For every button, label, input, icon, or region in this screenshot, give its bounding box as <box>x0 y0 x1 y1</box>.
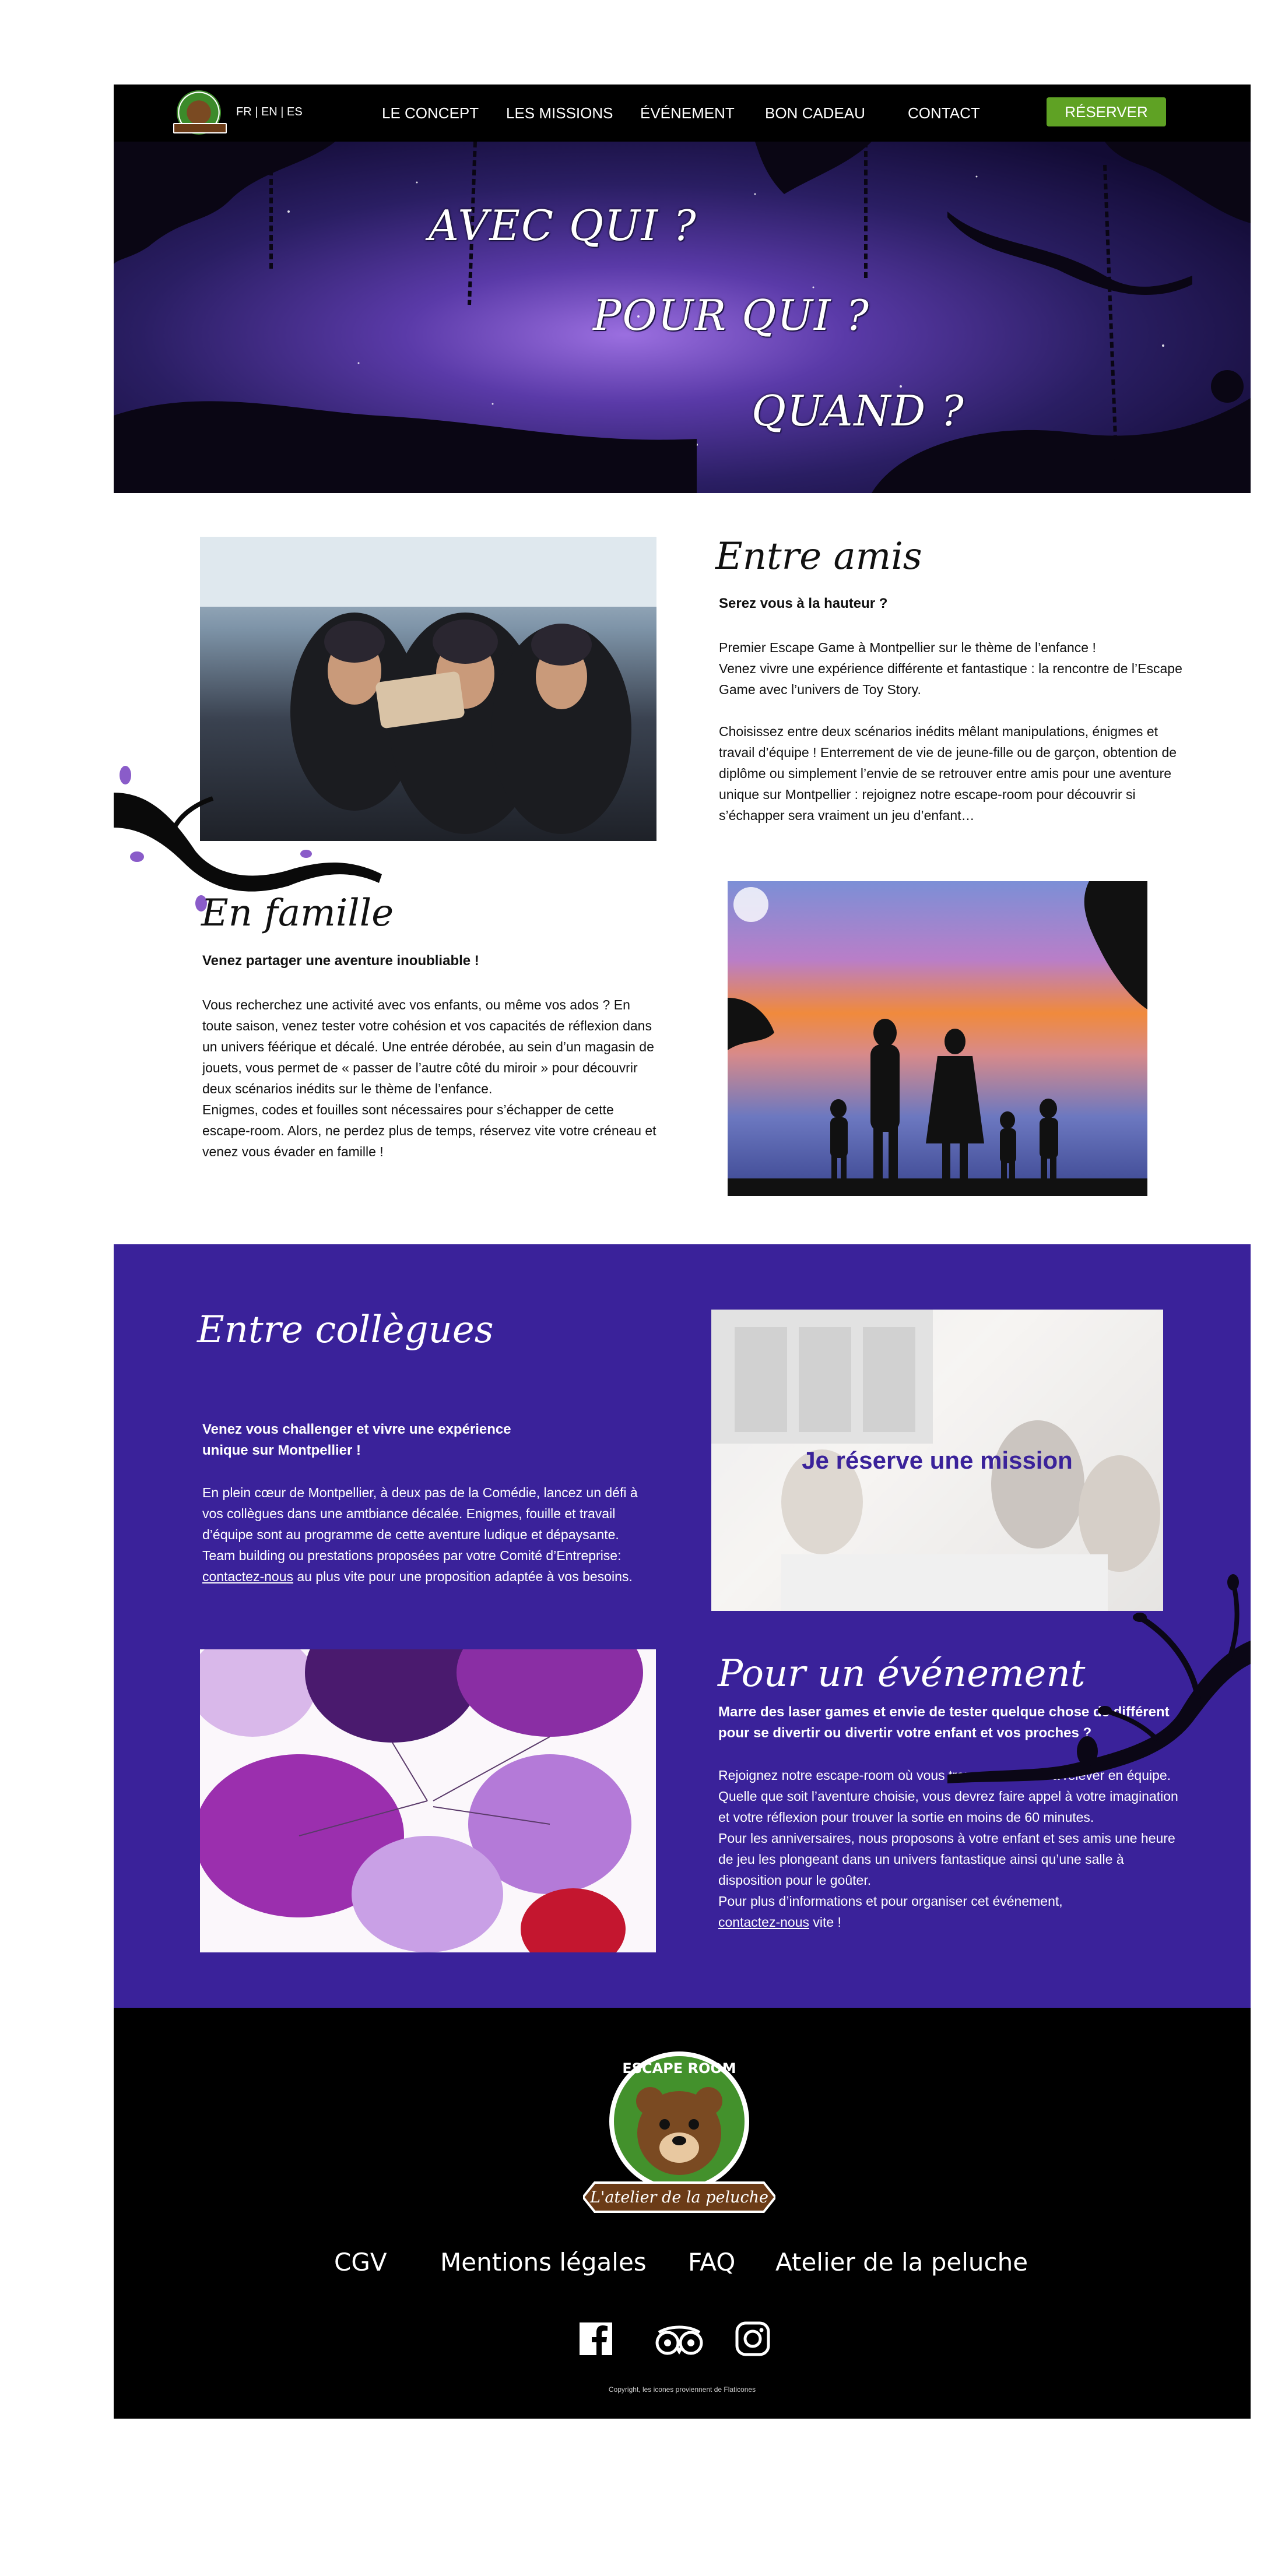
footer-link-cgv[interactable]: CGV <box>334 2248 387 2276</box>
contact-link-evenement[interactable]: contactez-nous <box>718 1915 809 1930</box>
nav-link-missions[interactable]: LES MISSIONS <box>506 104 613 122</box>
footer-link-atelier[interactable]: Atelier de la peluche <box>775 2248 1028 2276</box>
section-title-entre-collegues: Entre collègues <box>197 1308 494 1352</box>
hero-line-pour-qui: POUR QUI ? <box>593 291 870 340</box>
balloons-photo <box>200 1649 656 1952</box>
hero-line-quand: QUAND ? <box>752 386 965 435</box>
facebook-icon[interactable] <box>578 2321 613 2356</box>
footer-logo[interactable]: ESCAPE ROOM L'atelier de la peluche <box>581 2049 777 2218</box>
footer-link-mentions-legales[interactable]: Mentions légales <box>440 2248 647 2276</box>
en-famille-paragraph-1: Vous recherchez une activité avec vos en… <box>202 997 654 1096</box>
reserve-button[interactable]: RÉSERVER <box>1047 97 1166 126</box>
nav-link-contact[interactable]: CONTACT <box>908 104 980 122</box>
family-sunset-photo <box>728 881 1147 1196</box>
footer-logo-bottom-text: L'atelier de la peluche <box>590 2188 768 2207</box>
en-famille-body: Vous recherchez une activité avec vos en… <box>202 994 663 1162</box>
evenement-paragraph-3-after: vite ! <box>809 1915 841 1930</box>
en-famille-lead: Venez partager une aventure inoubliable … <box>202 953 479 969</box>
entre-amis-paragraph-1b: Venez vivre une expérience différente et… <box>719 661 1182 697</box>
instagram-icon[interactable] <box>735 2321 771 2357</box>
footer-logo-top-text: ESCAPE ROOM <box>622 2060 736 2077</box>
footer-link-faq[interactable]: FAQ <box>688 2248 735 2276</box>
tripadvisor-icon[interactable] <box>653 2324 705 2356</box>
entre-collegues-body: En plein cœur de Montpellier, à deux pas… <box>202 1482 645 1587</box>
entre-amis-lead: Serez vous à la hauteur ? <box>719 596 888 611</box>
site-logo[interactable] <box>173 90 227 135</box>
tree-branch-decoration-right <box>947 1574 1251 1783</box>
entre-collegues-text-before: En plein cœur de Montpellier, à deux pas… <box>202 1485 638 1563</box>
en-famille-paragraph-2: Enigmes, codes et fouilles sont nécessai… <box>202 1102 656 1159</box>
nav-link-concept[interactable]: LE CONCEPT <box>382 104 479 122</box>
site-footer: ESCAPE ROOM L'atelier de la peluche CGV … <box>114 2008 1251 2419</box>
entre-amis-paragraph-2: Choisissez entre deux scénarios inédits … <box>719 724 1177 823</box>
hero-line-avec-qui: AVEC QUI ? <box>429 201 697 250</box>
footer-copyright: Copyright, les icones proviennent de Fla… <box>608 2385 756 2394</box>
purple-section: Entre collègues Venez vous challenger et… <box>114 1244 1251 2008</box>
hero-banner: AVEC QUI ? POUR QUI ? QUAND ? <box>114 142 1251 493</box>
top-navbar: FR | EN | ES LE CONCEPT LES MISSIONS ÉVÉ… <box>114 85 1251 142</box>
entre-amis-body: Premier Escape Game à Montpellier sur le… <box>719 637 1185 847</box>
section-title-en-famille: En famille <box>201 892 394 935</box>
evenement-paragraph-3: Pour plus d’informations et pour organis… <box>718 1894 1063 1909</box>
contact-link-collegues[interactable]: contactez-nous <box>202 1569 293 1584</box>
language-switcher[interactable]: FR | EN | ES <box>236 105 303 119</box>
section-title-entre-amis: Entre amis <box>715 535 922 578</box>
nav-link-bon-cadeau[interactable]: BON CADEAU <box>765 104 865 122</box>
nav-link-evenement[interactable]: ÉVÉNEMENT <box>640 104 735 122</box>
entre-collegues-lead: Venez vous challenger et vivre une expér… <box>202 1421 511 1458</box>
entre-amis-paragraph-1a: Premier Escape Game à Montpellier sur le… <box>719 640 1096 655</box>
entre-collegues-text-after: au plus vite pour une proposition adapté… <box>293 1569 633 1584</box>
